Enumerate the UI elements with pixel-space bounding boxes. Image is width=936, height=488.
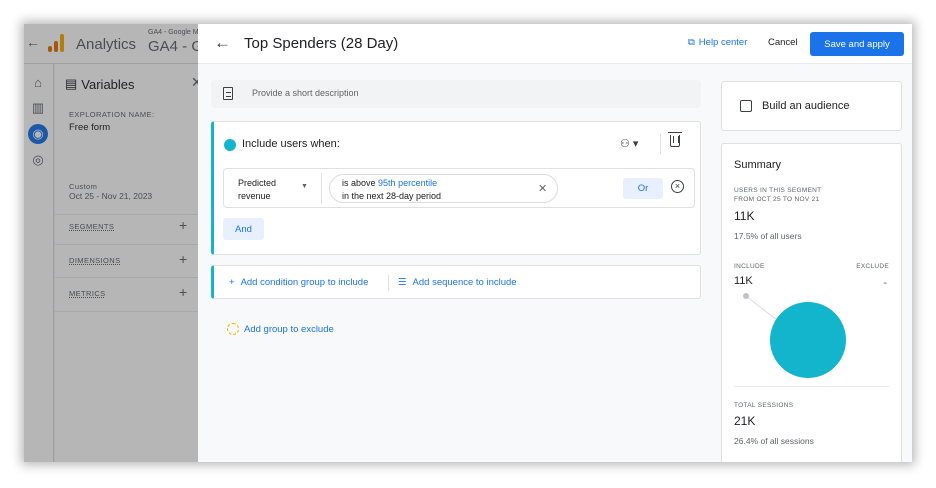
open-in-new-icon: ⧉ <box>688 37 695 48</box>
modal-scrim <box>24 24 198 462</box>
condition-operator: is above 95th percentile <box>342 178 437 188</box>
build-audience-checkbox[interactable] <box>740 100 752 112</box>
users-label-2: FROM OCT 25 TO NOV 21 <box>734 196 820 203</box>
operator-prefix: is above <box>342 178 376 188</box>
help-center-label: Help center <box>698 37 748 48</box>
summary-card: Summary USERS IN THIS SEGMENT FROM OCT 2… <box>721 143 902 462</box>
sessions-pct: 26.4% of all sessions <box>734 436 814 446</box>
dialog-header: ← Top Spenders (28 Day) ⧉ Help center Ca… <box>198 24 912 64</box>
description-icon <box>223 87 233 100</box>
condition-row: Predicted revenue ▼ is above 95th percen… <box>223 168 695 208</box>
add-sequence-button[interactable]: ☰ Add sequence to include <box>398 277 517 288</box>
include-circle-icon <box>770 302 846 378</box>
include-label: INCLUDE <box>734 263 765 270</box>
description-placeholder: Provide a short description <box>252 88 359 98</box>
dimension-select[interactable]: Predicted revenue <box>238 177 288 203</box>
build-audience-card[interactable]: Build an audience <box>721 81 902 131</box>
users-value: 11K <box>734 209 755 223</box>
include-dot-icon <box>224 139 236 151</box>
sessions-label: TOTAL SESSIONS <box>734 402 794 409</box>
users-pct: 17.5% of all users <box>734 231 802 241</box>
include-title: Include users when: <box>242 138 340 150</box>
sessions-value: 21K <box>734 414 756 428</box>
build-audience-label: Build an audience <box>762 100 850 112</box>
plus-icon: + <box>229 277 235 288</box>
add-include-bar: + Add condition group to include ☰ Add s… <box>211 265 701 299</box>
back-arrow-icon[interactable]: ← <box>214 33 231 53</box>
condition-period: in the next 28-day period <box>342 191 442 201</box>
segment-title[interactable]: Top Spenders (28 Day) <box>244 35 398 52</box>
delete-icon[interactable] <box>668 132 682 147</box>
screenshot-frame: ← Analytics GA4 - Google Merchandise Sto… <box>24 24 912 462</box>
help-center-link[interactable]: ⧉ Help center <box>688 37 747 48</box>
save-and-apply-button[interactable]: Save and apply <box>810 32 904 56</box>
or-button[interactable]: Or <box>623 178 663 199</box>
segment-builder-dialog: ← Top Spenders (28 Day) ⧉ Help center Ca… <box>198 24 912 462</box>
and-button[interactable]: And <box>223 218 264 240</box>
chevron-down-icon[interactable]: ▼ <box>301 183 308 190</box>
cancel-button[interactable]: Cancel <box>768 37 798 48</box>
exclude-circle-icon <box>227 323 239 335</box>
add-condition-group-button[interactable]: + Add condition group to include <box>229 277 368 288</box>
exclude-point-icon <box>743 293 749 299</box>
condition-chip[interactable]: is above 95th percentile in the next 28-… <box>329 174 558 203</box>
add-exclude-group-button[interactable]: Add group to exclude <box>227 323 334 335</box>
clear-icon[interactable]: ✕ <box>538 182 547 195</box>
sequence-icon: ☰ <box>398 277 407 288</box>
summary-title: Summary <box>734 159 782 171</box>
add-condition-group-label: Add condition group to include <box>240 277 369 288</box>
users-label-1: USERS IN THIS SEGMENT <box>734 187 822 194</box>
operator-value: 95th percentile <box>378 178 438 188</box>
remove-condition-icon[interactable]: × <box>671 180 684 193</box>
add-exclude-label: Add group to exclude <box>244 323 334 335</box>
description-field[interactable]: Provide a short description <box>211 80 701 108</box>
exclude-label: EXCLUDE <box>856 263 889 270</box>
add-sequence-label: Add sequence to include <box>412 277 517 288</box>
include-condition-group: Include users when: ⚇ ▾ Predicted revenu… <box>211 121 701 255</box>
segment-overlap-chart <box>743 293 846 378</box>
user-scope-icon[interactable]: ⚇ ▾ <box>620 137 638 150</box>
